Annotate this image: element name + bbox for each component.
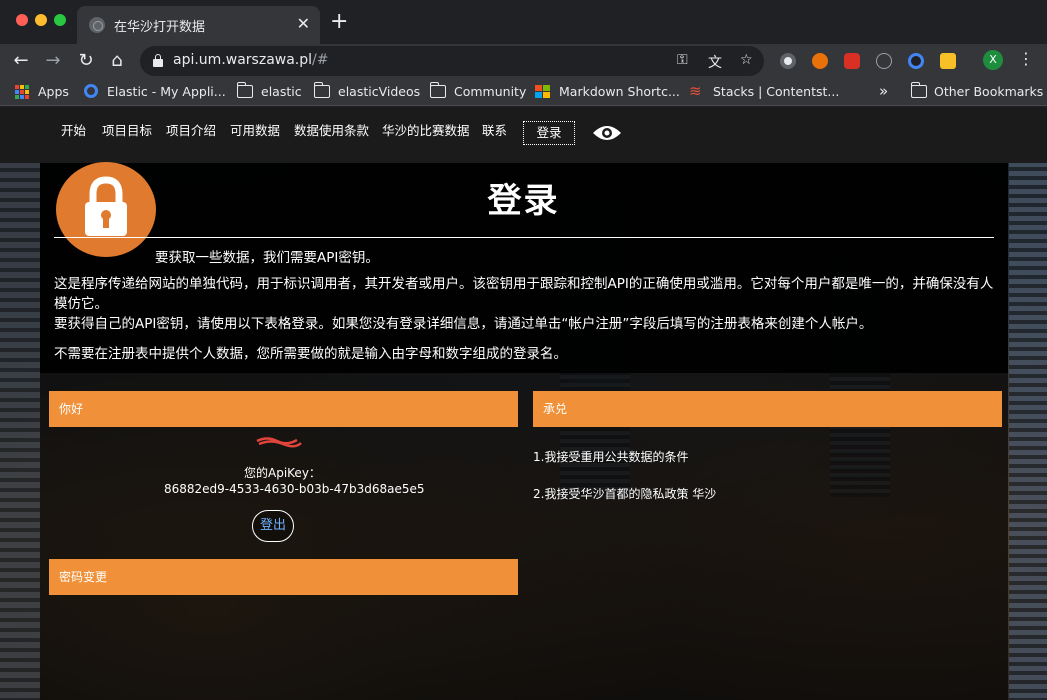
redacted-username-scribble — [256, 437, 302, 448]
intro-lead: 要获取一些数据，我们需要API密钥。 — [155, 250, 379, 266]
extension-circle-icon[interactable] — [780, 53, 796, 69]
star-icon[interactable]: ☆ — [740, 52, 753, 68]
browser-tab-bar: 在华沙打开数据 ✕ + — [0, 0, 1047, 44]
nav-competition-data[interactable]: 华沙的比赛数据 — [382, 120, 470, 139]
translate-icon[interactable]: 文 — [708, 52, 722, 72]
extension-lifebuoy-icon[interactable] — [812, 53, 828, 69]
new-tab-button[interactable]: + — [330, 10, 348, 34]
api-key-value: 86882ed9-4533-4630-b03b-47b3d68ae5e5 — [164, 482, 425, 496]
forward-arrow-icon[interactable]: → — [40, 48, 66, 74]
browser-toolbar: ← → ↻ ⌂ api.um.warszawa.pl/# ⚿ 文 ☆ X ⋮ — [0, 44, 1047, 77]
extension-hand-icon[interactable] — [844, 53, 860, 69]
apps-grid-icon — [15, 85, 31, 99]
hello-header-text: 你好 — [59, 402, 84, 416]
folder-icon — [430, 82, 446, 98]
lock-icon[interactable] — [153, 54, 163, 67]
acceptance-header-text: 承兑 — [543, 402, 568, 416]
reload-icon[interactable]: ↻ — [73, 48, 99, 74]
back-arrow-icon[interactable]: ← — [8, 48, 34, 74]
bookmark-elastic-app[interactable]: Elastic - My Appli... — [107, 84, 226, 99]
folder-icon — [237, 82, 253, 98]
bookmark-elastic-folder[interactable]: elastic — [261, 84, 302, 99]
password-change-header[interactable]: 密码变更 — [49, 559, 518, 595]
globe-icon — [89, 17, 105, 33]
nav-available-data[interactable]: 可用数据 — [230, 120, 280, 139]
background-city-left — [0, 162, 40, 700]
bookmark-markdown[interactable]: Markdown Shortc... — [559, 84, 680, 99]
extension-ring-icon[interactable] — [908, 53, 924, 69]
password-change-text: 密码变更 — [59, 570, 108, 584]
window-zoom-button[interactable] — [54, 14, 66, 26]
nav-login-button[interactable]: 登录 — [523, 121, 575, 145]
more-menu-icon[interactable]: ⋮ — [1018, 49, 1034, 69]
bookmarks-bar: Apps Elastic - My Appli... elastic elast… — [0, 77, 1047, 106]
bookmarks-overflow-button[interactable]: » — [879, 82, 888, 100]
title-divider — [54, 237, 994, 238]
window-close-button[interactable] — [16, 14, 28, 26]
close-tab-icon[interactable]: ✕ — [297, 14, 310, 34]
folder-icon — [314, 82, 330, 98]
info-icon[interactable] — [876, 53, 892, 69]
site-navigation: 开始 项目目标 项目介绍 可用数据 数据使用条款 华沙的比赛数据 联系 登录 — [0, 107, 1047, 163]
elastic-logo-icon — [84, 84, 98, 98]
logout-button[interactable]: 登出 — [252, 510, 294, 542]
api-key-label: 您的ApiKey： — [244, 466, 321, 480]
folder-icon — [911, 82, 927, 98]
eye-icon[interactable] — [592, 124, 622, 142]
intro-paragraph-register: 要获得自己的API密钥，请使用以下表格登录。如果您没有登录详细信息，请通过单击“… — [54, 316, 873, 332]
hello-section-header: 你好 — [49, 391, 518, 427]
key-icon[interactable]: ⚿ — [677, 52, 688, 68]
bookmark-other[interactable]: Other Bookmarks — [934, 84, 1043, 99]
profile-avatar[interactable]: X — [983, 50, 1003, 70]
nav-start[interactable]: 开始 — [61, 120, 86, 139]
background-city-right — [1009, 162, 1047, 700]
home-icon[interactable]: ⌂ — [104, 48, 130, 74]
intro-paragraph-apikey: 这是程序传递给网站的单独代码，用于标识调用者，其开发者或用户。该密钥用于跟踪和控… — [54, 276, 994, 312]
bookmark-stacks[interactable]: Stacks | Contentst... — [713, 84, 839, 99]
url-text: api.um.warszawa.pl/# — [173, 52, 329, 68]
tab-title: 在华沙打开数据 — [114, 20, 206, 35]
address-bar[interactable]: api.um.warszawa.pl/# ⚿ 文 ☆ — [140, 46, 764, 76]
acceptance-section-header: 承兑 — [533, 391, 1002, 427]
bookmark-community-folder[interactable]: Community — [454, 84, 526, 99]
nav-terms-of-use[interactable]: 数据使用条款 — [294, 120, 369, 139]
terms-item-reuse[interactable]: 1.我接受重用公共数据的条件 — [533, 448, 688, 465]
extension-notes-icon[interactable] — [940, 53, 956, 69]
page-viewport: 开始 项目目标 项目介绍 可用数据 数据使用条款 华沙的比赛数据 联系 登录 登… — [0, 107, 1047, 700]
page-title: 登录 — [487, 181, 560, 221]
nav-project-intro[interactable]: 项目介绍 — [166, 120, 216, 139]
nav-contact[interactable]: 联系 — [482, 120, 507, 139]
microsoft-logo-icon — [535, 85, 550, 98]
bookmark-apps[interactable]: Apps — [38, 84, 69, 99]
browser-tab-active[interactable]: 在华沙打开数据 ✕ — [77, 6, 320, 44]
bookmark-elasticvideos-folder[interactable]: elasticVideos — [338, 84, 420, 99]
window-minimize-button[interactable] — [35, 14, 47, 26]
nav-project-goals[interactable]: 项目目标 — [102, 120, 152, 139]
intro-paragraph-no-personal-data: 不需要在注册表中提供个人数据，您所需要做的就是输入由字母和数字组成的登录名。 — [54, 346, 567, 362]
terms-item-privacy[interactable]: 2.我接受华沙首都的隐私政策 华沙 — [533, 485, 716, 502]
stacks-logo-icon: ≋ — [689, 82, 702, 100]
